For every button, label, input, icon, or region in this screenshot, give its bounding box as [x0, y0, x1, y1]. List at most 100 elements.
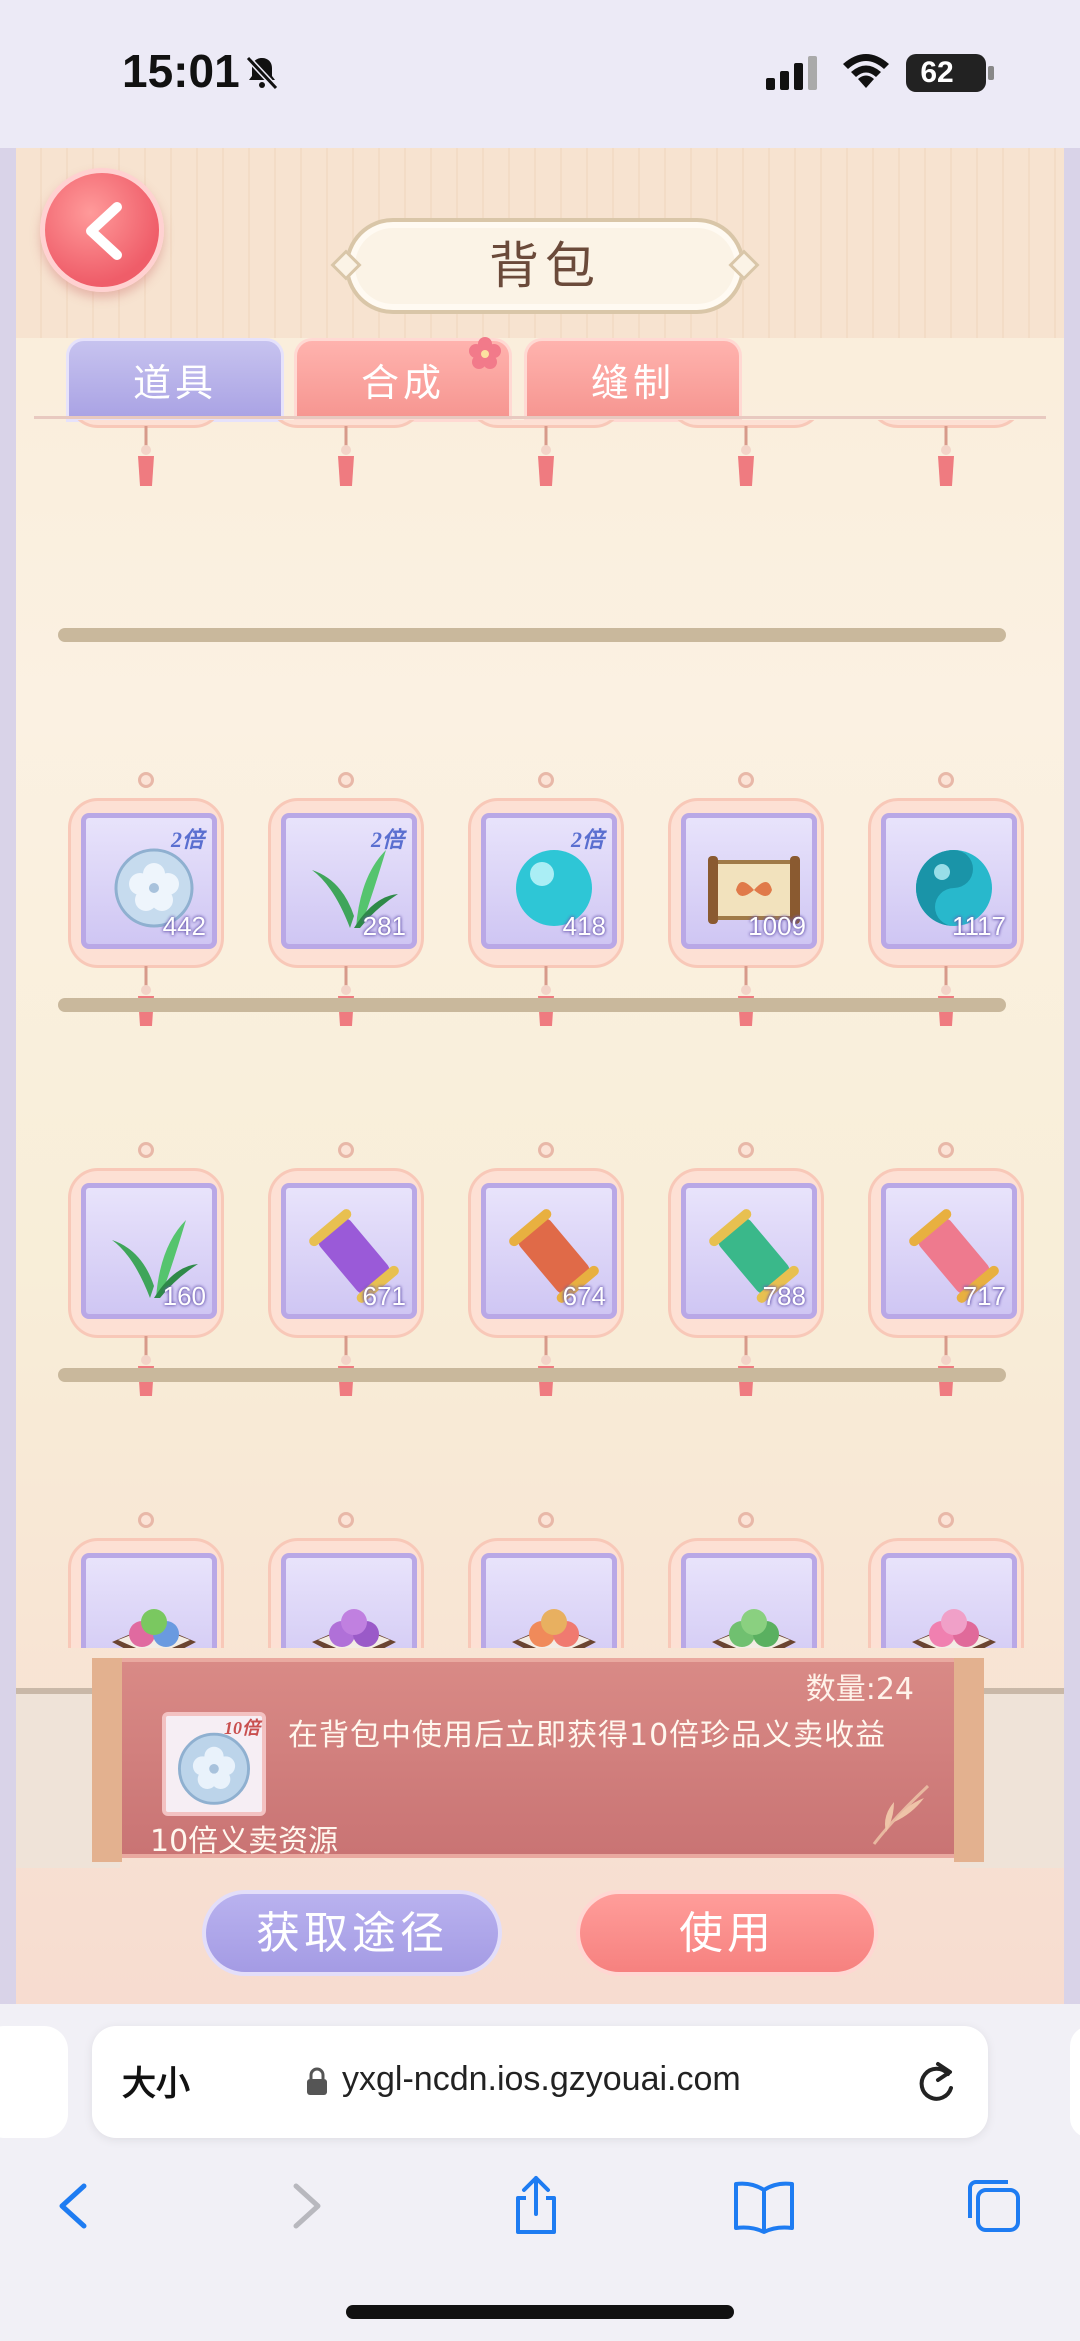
item-slot: 2倍 281: [281, 813, 417, 949]
item-slot: 674: [481, 1183, 617, 1319]
battery-icon: 62: [906, 54, 994, 92]
hanging-hook: [738, 1142, 754, 1158]
tassel-decoration: [134, 966, 158, 1028]
hanging-hook: [138, 772, 154, 788]
hanging-hook: [538, 1512, 554, 1528]
hanging-hook: [938, 772, 954, 788]
home-indicator: [346, 2305, 734, 2319]
muted-bell-icon: [245, 55, 279, 90]
tassel-decoration: [934, 966, 958, 1028]
tassel-decoration: [934, 426, 958, 488]
item-plaque: 674: [468, 1168, 624, 1338]
item-quantity: 数量:24: [805, 1672, 914, 1707]
thumbnail-badge: 10倍: [224, 1718, 260, 1738]
hanging-hook: [738, 1512, 754, 1528]
selected-item-thumbnail: 10倍: [162, 1712, 266, 1816]
item-count: 442: [162, 911, 206, 941]
item-count: 418: [562, 911, 606, 941]
forward-arrow-icon[interactable]: [274, 2174, 338, 2238]
item-count: 1009: [748, 911, 806, 941]
share-icon[interactable]: [504, 2174, 568, 2238]
item-plaque: 1117: [868, 798, 1024, 968]
tassel-decoration: [534, 1336, 558, 1398]
hanging-hook: [538, 1142, 554, 1158]
item-plaque: 2倍 281: [268, 798, 424, 968]
item-slot: 2倍 442: [81, 813, 217, 949]
item-slot: 2倍 418: [481, 813, 617, 949]
bookmarks-icon[interactable]: [732, 2174, 796, 2238]
tassel-decoration: [734, 1336, 758, 1398]
item-count: 160: [162, 1281, 206, 1311]
shelf-bar: [58, 628, 1006, 642]
text-size-button[interactable]: 大小: [122, 2056, 190, 2105]
use-button[interactable]: 使用: [576, 1890, 878, 1976]
item-name: 10倍义卖资源: [150, 1824, 339, 1859]
address-bar[interactable]: 大小 yxgl-ncdn.ios.gzyouai.com: [92, 2026, 988, 2138]
item-plaque: 2倍 418: [468, 798, 624, 968]
hanging-hook: [938, 1512, 954, 1528]
item-slot: 1009: [681, 813, 817, 949]
item-count: 674: [562, 1281, 606, 1311]
item-count: 788: [762, 1281, 806, 1311]
tassel-decoration: [334, 426, 358, 488]
tab-sewing[interactable]: 缝制: [524, 338, 742, 422]
url-text: yxgl-ncdn.ios.gzyouai.com: [342, 2060, 741, 2098]
item-plaque: 160: [68, 1168, 224, 1338]
browser-toolbar: 大小 yxgl-ncdn.ios.gzyouai.com: [0, 2004, 1080, 2341]
hanging-hook: [338, 1142, 354, 1158]
game-view: 背包 道具 合成 缝制 100915868198152倍4422倍2812倍41…: [0, 148, 1080, 2004]
flower-notification-icon: [469, 337, 501, 369]
tassel-decoration: [134, 426, 158, 488]
multiplier-badge: 2倍: [370, 827, 404, 852]
tab-props[interactable]: 道具: [66, 338, 284, 422]
tassel-decoration: [534, 966, 558, 1028]
tassel-decoration: [134, 1336, 158, 1398]
back-button[interactable]: [40, 168, 164, 292]
item-count: 198: [762, 371, 806, 401]
tassel-decoration: [334, 966, 358, 1028]
item-plaque: 671: [268, 1168, 424, 1338]
item-plaque: 2倍 442: [68, 798, 224, 968]
item-count: 281: [362, 911, 406, 941]
hanging-hook: [138, 1142, 154, 1158]
status-time: 15:01: [122, 45, 240, 97]
next-tab-peek[interactable]: [1070, 2026, 1080, 2138]
lock-icon: [307, 2067, 327, 2095]
item-count: 717: [962, 1281, 1006, 1311]
cellular-signal-icon: [766, 56, 817, 90]
tab-divider: [34, 416, 1046, 419]
item-description: 在背包中使用后立即获得10倍珍品义卖收益: [288, 1718, 887, 1753]
battery-level: 62: [920, 56, 954, 89]
shelf-bar: [58, 1368, 1006, 1382]
hanging-hook: [538, 772, 554, 788]
acquire-source-button[interactable]: 获取途径: [202, 1890, 502, 1976]
item-count: 1117: [952, 911, 1006, 941]
back-arrow-icon[interactable]: [42, 2174, 106, 2238]
shelf-bar: [58, 998, 1006, 1012]
hanging-hook: [338, 772, 354, 788]
item-slot: 160: [81, 1183, 217, 1319]
item-detail-panel: 数量:24 10倍 在背包中使用后立即获得10倍珍品义卖收益 10倍义卖资源: [92, 1658, 984, 1862]
tassel-decoration: [334, 1336, 358, 1398]
chevron-left-icon: [86, 202, 122, 260]
previous-tab-peek[interactable]: [0, 2026, 68, 2138]
item-count: 671: [362, 1281, 406, 1311]
tassel-decoration: [734, 426, 758, 488]
reload-icon[interactable]: [914, 2058, 958, 2106]
item-slot: 788: [681, 1183, 817, 1319]
multiplier-badge: 2倍: [570, 827, 604, 852]
hanging-hook: [738, 772, 754, 788]
item-slot: 1117: [881, 813, 1017, 949]
item-plaque: 1009: [668, 798, 824, 968]
bamboo-leaf-icon: [872, 1784, 930, 1845]
hanging-hook: [138, 1512, 154, 1528]
multiplier-badge: 2倍: [170, 827, 204, 852]
hanging-hook: [338, 1512, 354, 1528]
title-plate: 背包: [330, 218, 760, 314]
tassel-decoration: [734, 966, 758, 1028]
tassel-decoration: [534, 426, 558, 488]
item-slot: 717: [881, 1183, 1017, 1319]
tabs-icon[interactable]: [962, 2174, 1026, 2238]
item-slot: 671: [281, 1183, 417, 1319]
item-plaque: 788: [668, 1168, 824, 1338]
